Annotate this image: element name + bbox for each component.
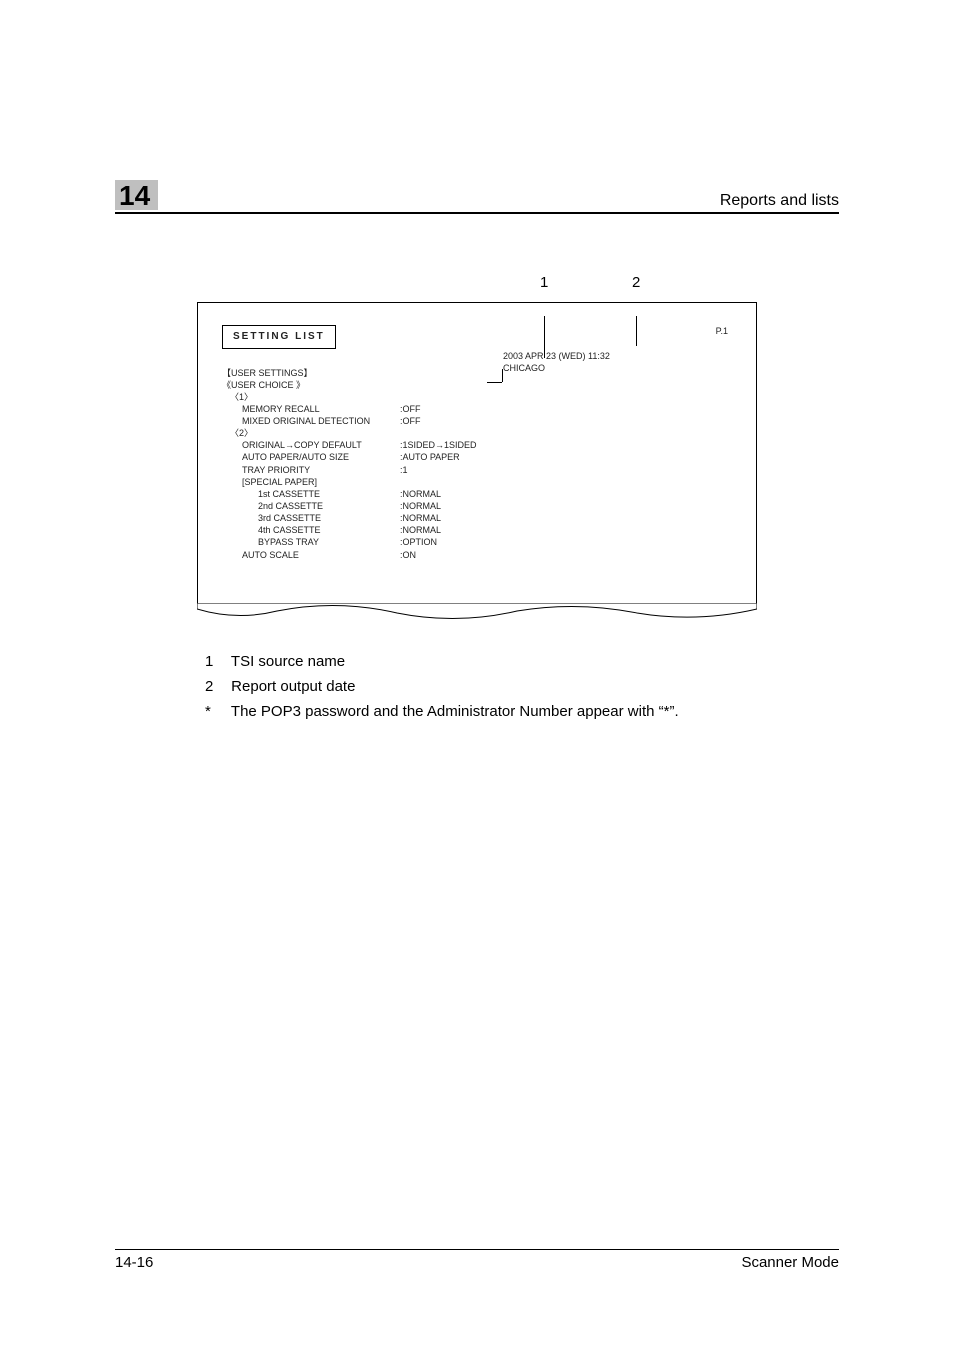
label-auto-scale: AUTO SCALE [242, 549, 400, 561]
label-tray-priority: TRAY PRIORITY [242, 464, 400, 476]
label-special-paper: [SPECIAL PAPER] [242, 476, 317, 488]
footer-page-number: 14-16 [115, 1254, 153, 1271]
row-cassette-3: 3rd CASSETTE :NORMAL [222, 512, 732, 524]
value-tray-priority: :1 [400, 464, 408, 476]
label-cassette-1: 1st CASSETTE [258, 488, 400, 500]
label-cassette-4: 4th CASSETTE [258, 524, 400, 536]
value-cassette-4: :NORMAL [400, 524, 441, 536]
label-mixed-original: MIXED ORIGINAL DETECTION [242, 415, 400, 427]
legend-num-star: * [205, 703, 227, 720]
section-title: Reports and lists [720, 192, 839, 210]
figure-page-number: P.1 [716, 325, 728, 337]
value-cassette-2: :NORMAL [400, 500, 441, 512]
value-memory-recall: :OFF [400, 403, 421, 415]
legend-item-note: * The POP3 password and the Administrato… [205, 703, 839, 720]
figure-title: SETTING LIST [222, 325, 336, 349]
figure-legend: 1 TSI source name 2 Report output date *… [205, 653, 839, 720]
figure-datetime: 2003 APR 23 (WED) 11:32 [503, 351, 610, 363]
value-mixed-original: :OFF [400, 415, 421, 427]
callout-marker-2: 2 [632, 274, 640, 291]
legend-num-1: 1 [205, 653, 227, 670]
legend-item-2: 2 Report output date [205, 678, 839, 695]
legend-num-2: 2 [205, 678, 227, 695]
row-cassette-2: 2nd CASSETTE :NORMAL [222, 500, 732, 512]
label-cassette-2: 2nd CASSETTE [258, 500, 400, 512]
row-auto-paper: AUTO PAPER/AUTO SIZE :AUTO PAPER [222, 451, 732, 463]
value-auto-scale: :ON [400, 549, 416, 561]
row-memory-recall: MEMORY RECALL :OFF [222, 403, 732, 415]
group-1: 〈1〉 [222, 391, 732, 403]
callout-marker-1: 1 [540, 274, 548, 291]
row-cassette-1: 1st CASSETTE :NORMAL [222, 488, 732, 500]
torn-edge-icon [197, 603, 757, 623]
footer-mode: Scanner Mode [741, 1254, 839, 1271]
label-original-copy: ORIGINAL→COPY DEFAULT [242, 439, 400, 451]
legend-text-2: Report output date [231, 678, 355, 695]
label-auto-paper: AUTO PAPER/AUTO SIZE [242, 451, 400, 463]
label-memory-recall: MEMORY RECALL [242, 403, 400, 415]
page-footer: 14-16 Scanner Mode [115, 1249, 839, 1271]
legend-text-1: TSI source name [231, 653, 345, 670]
value-bypass-tray: :OPTION [400, 536, 437, 548]
group-2: 〈2〉 [222, 427, 732, 439]
row-mixed-original: MIXED ORIGINAL DETECTION :OFF [222, 415, 732, 427]
legend-item-1: 1 TSI source name [205, 653, 839, 670]
value-auto-paper: :AUTO PAPER [400, 451, 460, 463]
row-cassette-4: 4th CASSETTE :NORMAL [222, 524, 732, 536]
value-cassette-3: :NORMAL [400, 512, 441, 524]
row-bypass-tray: BYPASS TRAY :OPTION [222, 536, 732, 548]
label-cassette-3: 3rd CASSETTE [258, 512, 400, 524]
row-tray-priority: TRAY PRIORITY :1 [222, 464, 732, 476]
heading-user-settings: 【USER SETTINGS】 [222, 367, 732, 379]
row-special-paper: [SPECIAL PAPER] [222, 476, 732, 488]
page-header: 14 Reports and lists [115, 180, 839, 214]
figure-source: CHICAGO [503, 363, 610, 375]
value-cassette-1: :NORMAL [400, 488, 441, 500]
chapter-number: 14 [115, 180, 158, 210]
label-bypass-tray: BYPASS TRAY [258, 536, 400, 548]
heading-user-choice: 《USER CHOICE 》 [222, 379, 732, 391]
setting-list-figure: 1 2 P.1 SETTING LIST 2003 APR 23 (WED) 1… [197, 274, 757, 623]
legend-text-star: The POP3 password and the Administrator … [231, 703, 679, 720]
value-original-copy: :1SIDED→1SIDED [400, 439, 477, 451]
row-original-copy: ORIGINAL→COPY DEFAULT :1SIDED→1SIDED [222, 439, 732, 451]
row-auto-scale: AUTO SCALE :ON [222, 549, 732, 561]
